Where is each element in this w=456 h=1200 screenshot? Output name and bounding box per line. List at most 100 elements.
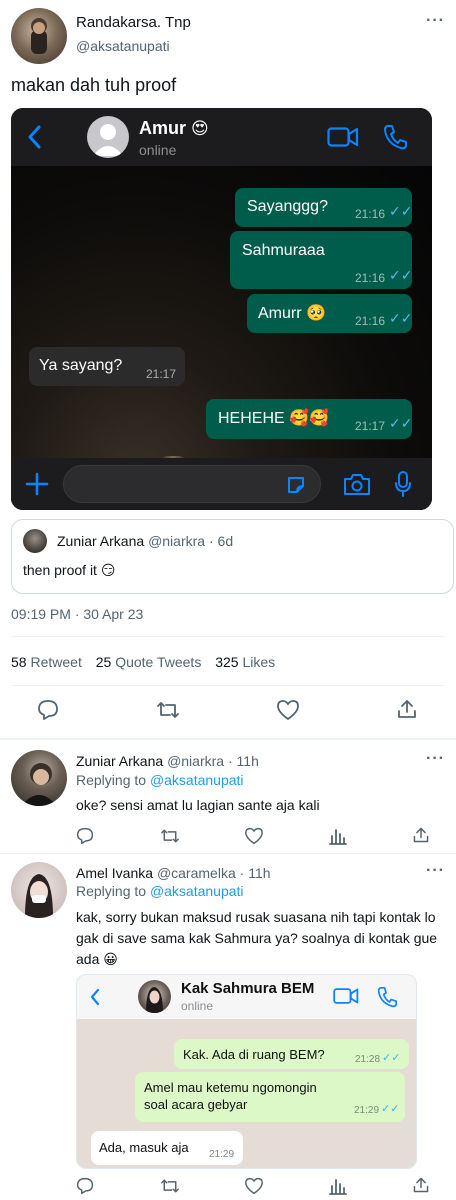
separator: ·	[208, 533, 214, 549]
message-bubble[interactable]: Ada, masuk aja 21:29	[91, 1131, 243, 1165]
replying-to-link[interactable]: @aksatanupati	[150, 883, 244, 899]
microphone-icon[interactable]	[394, 470, 412, 498]
more-icon[interactable]: ···	[426, 12, 445, 30]
quotes-stat[interactable]: 25 Quote Tweets	[96, 654, 202, 670]
read-receipt-icon: ✓✓	[389, 267, 413, 283]
share-icon[interactable]	[412, 826, 430, 844]
avatar[interactable]	[11, 8, 67, 64]
read-receipt-icon: ✓✓	[382, 1052, 401, 1064]
retweet-icon[interactable]	[160, 827, 180, 845]
contact-avatar[interactable]	[138, 980, 171, 1013]
tweet-stats: 58 Retweet 25 Quote Tweets 325 Likes	[11, 654, 275, 670]
reply-author-name: Zuniar Arkana	[76, 753, 164, 769]
reply-author[interactable]: Amel Ivanka @caramelka · 11h	[76, 865, 271, 881]
avatar[interactable]	[11, 750, 67, 806]
author-name[interactable]: Randakarsa. Tnp	[76, 14, 191, 31]
camera-icon[interactable]	[343, 472, 371, 496]
replying-to-link[interactable]: @aksatanupati	[150, 772, 244, 788]
share-icon[interactable]	[412, 1176, 430, 1194]
reply-author-name: Amel Ivanka	[76, 865, 154, 881]
tweet-text: makan dah tuh proof	[11, 75, 177, 95]
reply-author[interactable]: Zuniar Arkana @niarkra · 11h	[76, 753, 259, 769]
reply-author-handle: @niarkra	[167, 753, 225, 769]
reply-text: oke? sensi amat lu lagian sante aja kali	[76, 797, 320, 813]
divider	[11, 685, 445, 686]
quoted-author-name: Zuniar Arkana	[57, 533, 145, 549]
quoted-author-handle: @niarkra	[148, 533, 206, 549]
like-icon[interactable]	[244, 1177, 264, 1195]
contact-status: online	[139, 142, 177, 158]
likes-label: Likes	[242, 654, 276, 670]
chat-header: Amur 😍 online	[11, 108, 432, 166]
reply-icon[interactable]	[37, 699, 59, 721]
read-receipt-icon: ✓✓	[389, 415, 413, 431]
quoted-tweet[interactable]: Zuniar Arkana @niarkra · 6d then proof i…	[11, 519, 454, 594]
chat-header: Kak Sahmura BEM online	[77, 975, 416, 1020]
reply-icon[interactable]	[76, 827, 94, 845]
message-input[interactable]	[63, 465, 321, 503]
message-bubble[interactable]: HEHEHE 🥰🥰 21:17 ✓✓	[206, 399, 412, 439]
message-time: 21:17	[146, 367, 177, 381]
message-bubble[interactable]: Sayanggg? 21:16 ✓✓	[235, 188, 412, 227]
reply-tweet[interactable]: Amel Ivanka @caramelka · 11h ··· Replyin…	[0, 854, 456, 1200]
message-time: 21:29	[354, 1105, 380, 1116]
message-bubble[interactable]: Ya sayang? 21:17	[29, 347, 185, 386]
author-handle[interactable]: @aksatanupati	[76, 38, 170, 54]
sticker-icon[interactable]	[286, 475, 306, 495]
contact-avatar[interactable]	[87, 116, 129, 158]
separator: ·	[239, 865, 245, 881]
video-call-icon[interactable]	[327, 126, 359, 148]
retweets-stat[interactable]: 58 Retweet	[11, 654, 82, 670]
avatar	[23, 529, 47, 553]
reply-icon[interactable]	[76, 1177, 94, 1195]
message-bubble[interactable]: Amel mau ketemu ngomongin soal acara geb…	[135, 1072, 405, 1122]
more-icon[interactable]: ···	[426, 750, 445, 768]
retweets-label: Retweet	[30, 654, 82, 670]
like-icon[interactable]	[276, 699, 300, 721]
message-time: 21:16	[355, 271, 386, 285]
share-icon[interactable]	[396, 698, 418, 720]
chat-screenshot[interactable]: Amur 😍 online Sayanggg? 21:16 ✓✓ Sahmura…	[11, 108, 432, 510]
message-text: HEHEHE 🥰🥰	[218, 410, 329, 427]
phone-icon[interactable]	[377, 986, 397, 1008]
like-icon[interactable]	[244, 827, 264, 845]
reply-tweet[interactable]: Zuniar Arkana @niarkra · 11h ··· Replyin…	[0, 740, 456, 853]
analytics-icon[interactable]	[329, 827, 347, 845]
chat-screenshot[interactable]: Kak Sahmura BEM online Kak. Ada di ruang…	[76, 974, 417, 1169]
contact-name-text: Amur	[139, 118, 187, 138]
retweet-icon[interactable]	[160, 1177, 180, 1195]
message-text: Amurr 🥺	[258, 305, 326, 322]
read-receipt-icon: ✓✓	[381, 1103, 400, 1115]
tweet-timestamp[interactable]: 09:19 PM · 30 Apr 23	[11, 606, 143, 622]
reply-age: 11h	[248, 865, 271, 881]
contact-name[interactable]: Amur 😍	[139, 118, 209, 139]
retweets-count: 58	[11, 654, 27, 670]
analytics-icon[interactable]	[329, 1177, 347, 1195]
message-time: 21:29	[209, 1149, 235, 1160]
video-call-icon[interactable]	[333, 987, 359, 1005]
quotes-count: 25	[95, 654, 112, 670]
likes-count: 325	[215, 654, 239, 670]
message-text: Ada, masuk aja	[99, 1140, 189, 1155]
likes-stat[interactable]: 325 Likes	[215, 654, 275, 670]
message-time: 21:28	[355, 1054, 381, 1065]
plus-icon[interactable]	[25, 472, 49, 496]
read-receipt-icon: ✓✓	[389, 310, 413, 326]
message-bubble[interactable]: Sahmuraaa 21:16 ✓✓	[230, 231, 412, 289]
phone-icon[interactable]	[383, 124, 407, 150]
more-icon[interactable]: ···	[426, 862, 445, 880]
quoted-age: 6d	[217, 533, 234, 549]
avatar[interactable]	[11, 862, 67, 918]
quoted-text: then proof it 😏	[23, 562, 116, 578]
message-bubble[interactable]: Kak. Ada di ruang BEM? 21:28 ✓✓	[174, 1039, 409, 1069]
contact-name[interactable]: Kak Sahmura BEM	[181, 980, 314, 997]
message-time: 21:16	[355, 314, 386, 328]
back-icon[interactable]	[89, 988, 101, 1006]
separator: ·	[227, 753, 233, 769]
back-icon[interactable]	[27, 125, 43, 149]
replying-label: Replying to	[76, 883, 147, 899]
message-text: Sahmuraaa	[242, 242, 325, 259]
retweet-icon[interactable]	[156, 699, 180, 721]
main-tweet: Randakarsa. Tnp @aksatanupati ··· makan …	[0, 0, 456, 740]
message-bubble[interactable]: Amurr 🥺 21:16 ✓✓	[247, 294, 412, 333]
